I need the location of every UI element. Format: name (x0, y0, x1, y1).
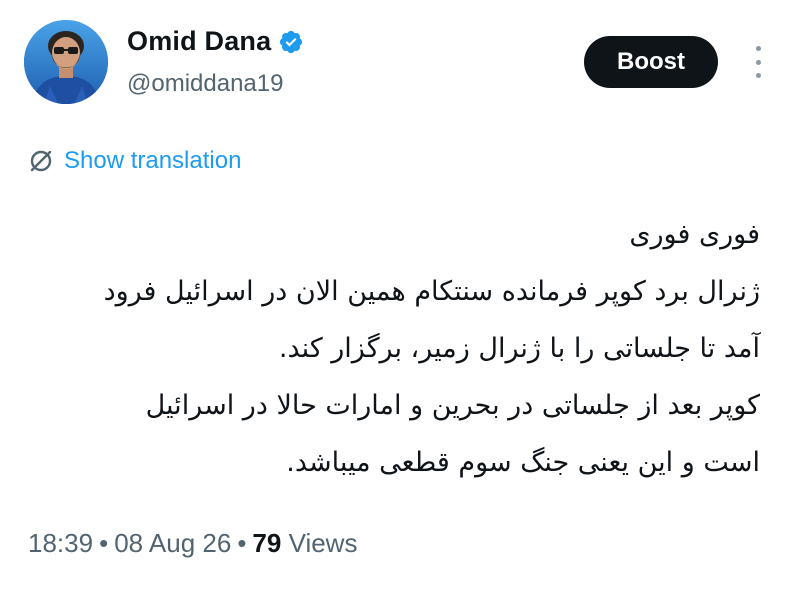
tweet-line: کوپر بعد از جلساتی در بحرین و امارات حال… (145, 390, 760, 421)
tweet-line: ژنرال برد کوپر فرمانده سنتکام همین الان … (103, 276, 760, 307)
tweet-meta: 18:39 • 08 Aug 26 • 79 Views (28, 528, 357, 559)
tweet-text: فوری فوری ژنرال برد کوپر فرمانده سنتکام … (30, 206, 760, 491)
avatar[interactable] (24, 20, 108, 104)
views-label: Views (288, 528, 358, 558)
boost-button[interactable]: Boost (584, 36, 718, 88)
author-handle[interactable]: @omiddana19 (127, 70, 283, 98)
author-name-row: Omid Dana (127, 26, 304, 57)
tweet-line: است و این یعنی جنگ سوم قطعی میباشد. (286, 447, 760, 478)
tweet-date[interactable]: 08 Aug 26 (114, 528, 231, 558)
tweet-line: آمد تا جلساتی را با ژنرال زمیر، برگزار ک… (278, 333, 760, 364)
more-vertical-icon[interactable] (748, 46, 768, 78)
show-translation-link[interactable]: Show translation (28, 147, 241, 175)
show-translation-label: Show translation (64, 147, 242, 174)
avatar-photo (24, 20, 108, 104)
tweet-time[interactable]: 18:39 (28, 528, 93, 558)
meta-separator: • (99, 528, 109, 558)
verified-badge-icon (280, 30, 303, 53)
translate-icon (30, 150, 52, 172)
views-count[interactable]: 79 (252, 528, 281, 558)
meta-separator: • (237, 528, 247, 558)
author-display-name[interactable]: Omid Dana (127, 26, 271, 57)
tweet-line: فوری فوری (629, 219, 760, 250)
